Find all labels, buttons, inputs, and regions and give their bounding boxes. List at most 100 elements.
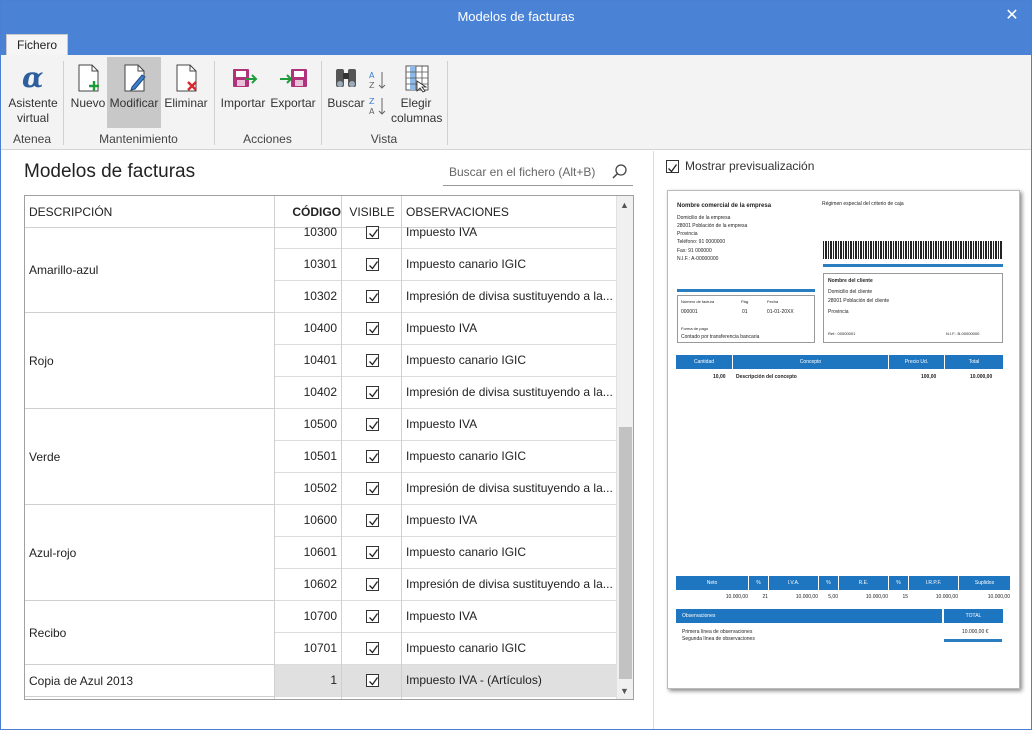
preview-checkbox[interactable] (666, 160, 679, 173)
eliminar-label: Eliminar (164, 96, 208, 110)
vertical-scrollbar[interactable]: ▲ ▼ (616, 196, 633, 699)
barcode-image (823, 241, 1003, 259)
group-cell-6[interactable]: Copia de Azul 2013 (25, 665, 275, 697)
header-descripcion[interactable]: DESCRIPCIÓN (29, 196, 112, 228)
preview-bar (677, 289, 815, 292)
group-cell-1[interactable]: Amarillo-azul (25, 228, 275, 313)
exportar-button[interactable]: Exportar (269, 57, 317, 128)
modificar-button[interactable]: Modificar (107, 57, 161, 128)
scroll-up-icon[interactable]: ▲ (620, 200, 629, 210)
table-row[interactable]: 10401 Impuesto canario IGIC (275, 345, 616, 377)
importar-button[interactable]: Importar (219, 57, 267, 128)
preview-line-total: 10.000,00 (970, 374, 993, 380)
row-observaciones: Impuesto IVA (406, 321, 478, 335)
search-input[interactable]: Buscar en el fichero (Alt+B) (443, 159, 633, 186)
binoculars-icon (336, 69, 356, 87)
sort-descending-icon[interactable]: ZA (368, 95, 388, 117)
column-divider (401, 196, 402, 699)
row-observaciones: Impuesto canario IGIC (406, 641, 527, 655)
row-codigo: 10502 (303, 481, 337, 495)
check-icon (369, 485, 379, 494)
new-document-icon (78, 64, 99, 92)
group-cell-5[interactable]: Recibo (25, 601, 275, 665)
visible-checkbox[interactable] (366, 226, 379, 239)
group-cell-2[interactable]: Rojo (25, 313, 275, 409)
preview-pag-value: 01 (742, 309, 748, 315)
scrollbar-thumb[interactable] (619, 427, 632, 679)
table-row[interactable]: 10301 Impuesto canario IGIC (275, 249, 616, 281)
scroll-down-icon[interactable]: ▼ (620, 686, 629, 696)
panel-divider (653, 151, 654, 729)
close-icon[interactable]: ✕ (1001, 1, 1023, 32)
search-placeholder: Buscar en el fichero (Alt+B) (449, 165, 596, 179)
visible-checkbox[interactable] (366, 258, 379, 271)
row-observaciones: Impuesto IVA (406, 225, 478, 239)
page-title: Modelos de facturas (24, 161, 196, 182)
preview-client-address: Domicilio del cliente (828, 289, 873, 295)
visible-checkbox[interactable] (366, 450, 379, 463)
buscar-button[interactable]: Buscar (327, 57, 365, 128)
visible-checkbox[interactable] (366, 546, 379, 559)
asistente-virtual-button[interactable]: α Asistente virtual (7, 57, 59, 128)
preview-line-concepto: Descripción del concepto (736, 374, 797, 380)
preview-pag-label: Pág. (741, 299, 750, 304)
visible-checkbox[interactable] (366, 482, 379, 495)
visible-checkbox[interactable] (366, 322, 379, 335)
preview-tot-val-re: 10.000,00 (865, 594, 888, 600)
asistente-label: Asistente virtual (8, 96, 58, 125)
group-label-mantenimiento: Mantenimiento (99, 132, 178, 146)
preview-obs-line1: Primera línea de observaciones (682, 629, 753, 635)
elegir-columnas-button[interactable]: Elegir columnas (391, 57, 442, 128)
visible-checkbox[interactable] (366, 418, 379, 431)
table-row[interactable]: 10402 Impresión de divisa sustituyendo a … (275, 377, 616, 409)
table-row[interactable]: 10400 Impuesto IVA (275, 313, 616, 345)
svg-text:Z: Z (369, 81, 375, 90)
visible-checkbox[interactable] (366, 290, 379, 303)
preview-tot-hdr-irpf: I.R.P.F. (908, 576, 958, 590)
preview-col-total: Total (944, 355, 1003, 369)
check-icon (369, 613, 379, 622)
check-icon (369, 517, 379, 526)
table-row[interactable]: 10701 Impuesto canario IGIC (275, 633, 616, 665)
group-cell-4[interactable]: Azul-rojo (25, 505, 275, 601)
search-icon[interactable] (611, 163, 629, 181)
sort-ascending-icon[interactable]: AZ (368, 69, 388, 91)
preview-tot-val-neto: 10.000,00 (725, 594, 748, 600)
sort-buttons: AZ ZA (367, 69, 389, 119)
table-row[interactable]: 10700 Impuesto IVA (275, 601, 616, 633)
column-divider (341, 196, 342, 699)
eliminar-button[interactable]: Eliminar (162, 57, 210, 128)
visible-checkbox[interactable] (366, 578, 379, 591)
table-row[interactable]: 10600 Impuesto IVA (275, 505, 616, 537)
visible-checkbox[interactable] (366, 354, 379, 367)
table-row[interactable]: 10501 Impuesto canario IGIC (275, 441, 616, 473)
preview-company-city: 28001 Población de la empresa (677, 223, 748, 229)
table-row[interactable]: 10500 Impuesto IVA (275, 409, 616, 441)
table-row[interactable]: 10300 Impuesto IVA (275, 217, 616, 249)
visible-checkbox[interactable] (366, 642, 379, 655)
nuevo-button[interactable]: Nuevo (68, 57, 108, 128)
table-row[interactable]: 1 Impuesto IVA - (Artículos) (275, 665, 616, 697)
visible-checkbox[interactable] (366, 386, 379, 399)
nuevo-label: Nuevo (70, 96, 106, 110)
table-row[interactable]: 10602 Impresión de divisa sustituyendo a … (275, 569, 616, 601)
table-row[interactable]: 10302 Impresión de divisa sustituyendo a … (275, 281, 616, 313)
group-label-vista: Vista (370, 132, 398, 146)
columns-icon (405, 65, 429, 93)
tab-fichero[interactable]: Fichero (6, 34, 68, 56)
visible-checkbox[interactable] (366, 610, 379, 623)
group-cell-3[interactable]: Verde (25, 409, 275, 505)
row-codigo: 1 (330, 673, 337, 687)
table-row[interactable]: 10601 Impuesto canario IGIC (275, 537, 616, 569)
preview-tot-hdr-p1: % (748, 576, 768, 590)
check-icon (369, 677, 379, 686)
group-name: Recibo (29, 625, 67, 640)
preview-tot-hdr-re: R.E. (838, 576, 888, 590)
table-row[interactable]: 10502 Impresión de divisa sustituyendo a … (275, 473, 616, 505)
preview-client-name: Nombre del cliente (828, 278, 873, 284)
check-icon (369, 581, 379, 590)
check-icon (369, 453, 379, 462)
visible-checkbox[interactable] (366, 674, 379, 687)
visible-checkbox[interactable] (366, 514, 379, 527)
row-codigo: 10601 (303, 545, 337, 559)
